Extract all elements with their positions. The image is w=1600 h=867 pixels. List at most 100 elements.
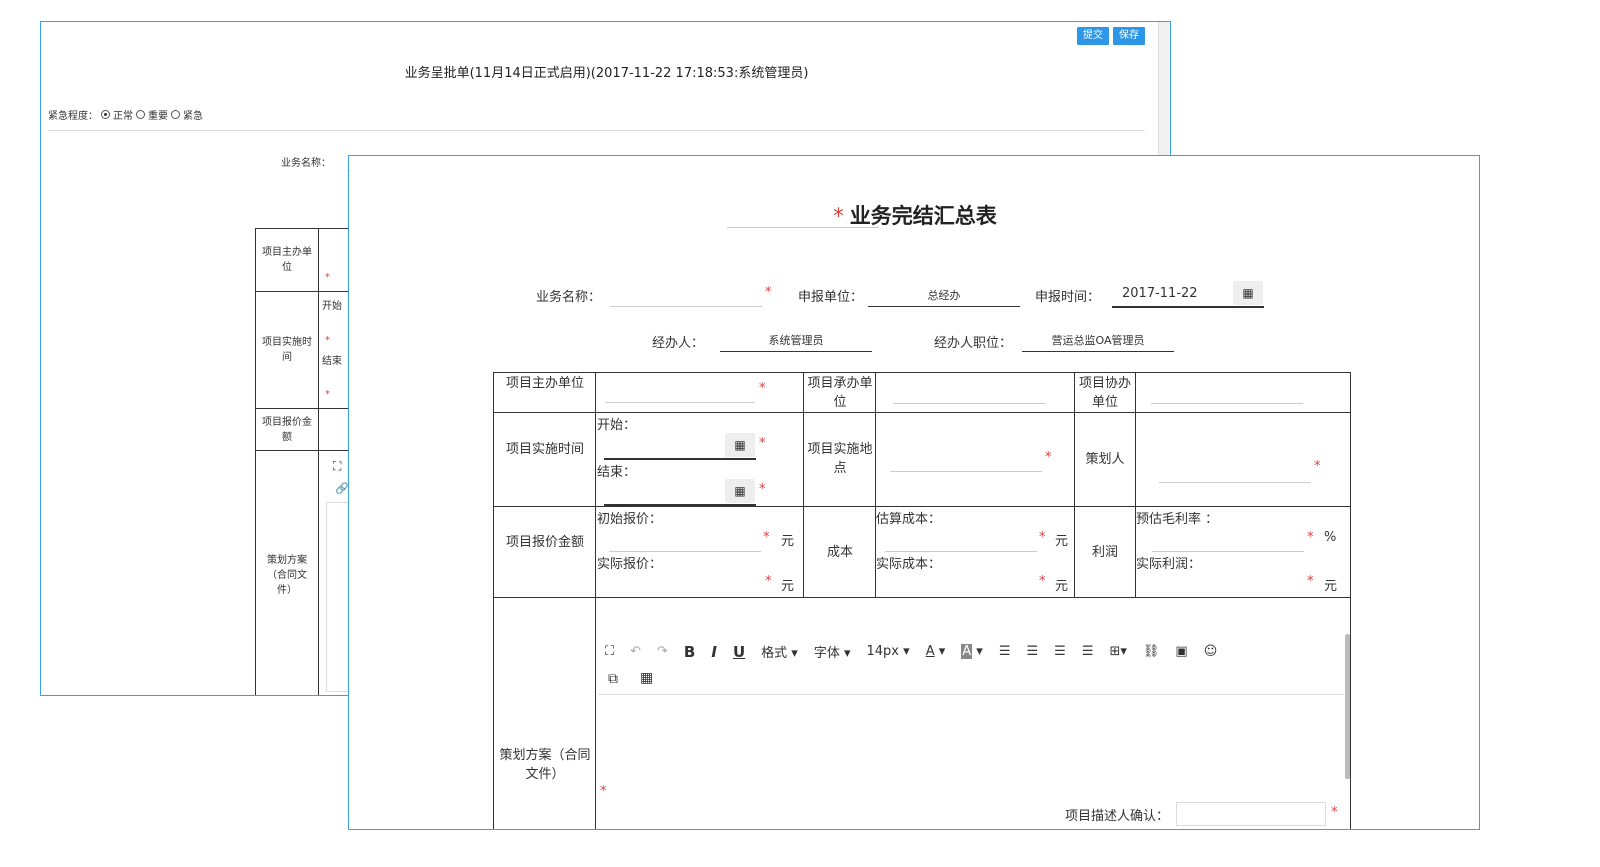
required-mark: * bbox=[765, 574, 772, 589]
unit-yuan: 元 bbox=[1055, 579, 1069, 594]
back-impl-time-cell: 项目实施时间 bbox=[255, 291, 319, 408]
est-margin-label: 预估毛利率 ： bbox=[1136, 512, 1219, 527]
urgency-radio-normal[interactable] bbox=[101, 110, 110, 119]
assist-unit-input[interactable] bbox=[1151, 403, 1303, 404]
initial-quote-label: 初始报价： bbox=[597, 512, 663, 527]
undo-icon[interactable]: ↶ bbox=[630, 644, 641, 659]
start-label: 开始： bbox=[597, 418, 637, 433]
required-mark: * bbox=[1307, 574, 1314, 589]
back-grid-line bbox=[318, 291, 350, 292]
est-margin-input[interactable] bbox=[1152, 551, 1304, 552]
required-mark: * bbox=[1045, 450, 1052, 465]
report-unit-label: 申报单位： bbox=[798, 290, 864, 305]
initial-quote-input[interactable] bbox=[609, 551, 761, 552]
urgency-option-urgent: 紧急 bbox=[183, 111, 203, 122]
cost-label: 成本 bbox=[805, 543, 875, 562]
align-left-icon[interactable]: ☰ bbox=[999, 644, 1011, 659]
grid-line bbox=[493, 506, 1351, 507]
italic-button[interactable]: I bbox=[711, 643, 717, 661]
table-icon[interactable]: ⊞▾ bbox=[1109, 644, 1126, 659]
back-grid-line bbox=[318, 450, 350, 451]
underline-button[interactable]: U bbox=[733, 643, 745, 661]
required-mark: * bbox=[1314, 459, 1321, 474]
actual-cost-label: 实际成本： bbox=[876, 557, 942, 572]
business-name-label: 业务名称： bbox=[281, 158, 331, 169]
unit-yuan: 元 bbox=[1324, 579, 1338, 594]
image-icon[interactable]: ▣ bbox=[1175, 644, 1187, 659]
divider bbox=[48, 130, 1145, 131]
bg-color-button[interactable]: A ▾ bbox=[961, 644, 983, 659]
urgency-radio-important[interactable] bbox=[136, 110, 145, 119]
back-quote-cell: 项目报价金额 bbox=[255, 408, 319, 450]
page-title: 业务呈批单(11月14日正式启用)(2017-11-22 17:18:53:系统… bbox=[404, 66, 809, 81]
required-mark: * bbox=[833, 204, 844, 228]
required-mark: * bbox=[325, 335, 330, 346]
paste-icon[interactable]: ⧉ bbox=[608, 671, 618, 687]
urgency-option-normal: 正常 bbox=[113, 111, 133, 122]
handler-position-field[interactable]: 营运总监OA管理员 bbox=[1022, 332, 1174, 352]
main-unit-label: 项目主办单位 bbox=[495, 374, 595, 393]
profit-text: 利润 bbox=[1091, 545, 1118, 560]
font-dropdown[interactable]: 字体 ▾ bbox=[814, 642, 851, 661]
undertake-unit-input[interactable] bbox=[894, 403, 1046, 404]
font-size-dropdown[interactable]: 14px ▾ bbox=[867, 644, 910, 659]
quote-amount-text: 项目报价金额 bbox=[505, 535, 584, 550]
est-cost-input[interactable] bbox=[885, 551, 1037, 552]
main-unit-input[interactable] bbox=[605, 402, 755, 403]
fullscreen-icon[interactable]: ⛶ bbox=[333, 459, 341, 474]
grid-line bbox=[493, 597, 1351, 598]
link-icon[interactable]: 🔗 bbox=[335, 482, 349, 495]
align-center-icon[interactable]: ☰ bbox=[1054, 644, 1066, 659]
format-label: 格式 bbox=[761, 646, 788, 661]
format-dropdown[interactable]: 格式 ▾ bbox=[761, 642, 798, 661]
align-justify-icon[interactable]: ☰ bbox=[1082, 644, 1094, 659]
submit-button[interactable]: 提交 bbox=[1077, 27, 1109, 45]
confirm-input[interactable] bbox=[1176, 802, 1326, 826]
handler-label: 经办人： bbox=[652, 336, 705, 351]
back-grid-line bbox=[318, 228, 350, 229]
calendar-icon[interactable]: ▦ bbox=[725, 479, 755, 503]
assist-unit-label: 项目协办单位 bbox=[1076, 374, 1134, 412]
editor-scrollbar[interactable] bbox=[1345, 634, 1350, 779]
back-plan-label: 策划方案（合同文件） bbox=[267, 554, 307, 596]
plan-editor-body[interactable] bbox=[598, 694, 1343, 778]
emoji-icon[interactable]: ☺ bbox=[1204, 644, 1218, 659]
calendar-icon[interactable]: ▦ bbox=[725, 433, 755, 457]
urgency-group: 紧急程度： 正常 重要 紧急 bbox=[48, 107, 203, 122]
required-mark: * bbox=[765, 285, 772, 300]
required-mark: * bbox=[600, 784, 607, 799]
grid-line bbox=[493, 412, 1351, 413]
required-mark: * bbox=[759, 381, 766, 396]
link-icon[interactable]: ⛓ bbox=[1143, 644, 1160, 659]
planner-label: 策划人 bbox=[1076, 450, 1134, 469]
assist-unit-text: 项目协办单位 bbox=[1078, 376, 1131, 410]
font-color-button[interactable]: A ▾ bbox=[926, 644, 946, 659]
urgency-radio-urgent[interactable] bbox=[171, 110, 180, 119]
plan-label: 策划方案（合同文件） bbox=[499, 746, 591, 784]
grid-line bbox=[1074, 372, 1075, 598]
confirm-label: 项目描述人确认： bbox=[1065, 809, 1170, 824]
required-mark: * bbox=[325, 389, 330, 400]
planner-input[interactable] bbox=[1159, 482, 1311, 483]
fullscreen-icon[interactable]: ⛶ bbox=[605, 644, 614, 659]
bold-button[interactable]: B bbox=[684, 643, 695, 661]
actual-quote-label: 实际报价： bbox=[597, 557, 663, 572]
impl-place-text: 项目实施地点 bbox=[807, 442, 873, 476]
editor-toolbar: ⛶ ↶ ↷ B I U 格式 ▾ 字体 ▾ 14px ▾ A ▾ A ▾ ☰ ☰… bbox=[605, 642, 1233, 662]
grid-icon[interactable]: ▦ bbox=[640, 670, 653, 686]
save-button[interactable]: 保存 bbox=[1113, 27, 1145, 45]
back-grid-line bbox=[318, 408, 350, 409]
calendar-icon[interactable]: ▦ bbox=[1233, 281, 1263, 305]
align-right-icon[interactable]: ☰ bbox=[1027, 644, 1039, 659]
handler-field[interactable]: 系统管理员 bbox=[720, 332, 872, 352]
report-unit-field[interactable]: 总经办 bbox=[868, 287, 1020, 307]
back-start-label: 开始 bbox=[322, 301, 342, 312]
redo-icon[interactable]: ↷ bbox=[657, 644, 668, 659]
handler-position-label: 经办人职位： bbox=[934, 336, 1013, 351]
font-label: 字体 bbox=[813, 646, 840, 661]
quote-amount-label: 项目报价金额 bbox=[495, 533, 595, 552]
business-name-input[interactable] bbox=[610, 306, 762, 307]
required-mark: * bbox=[759, 482, 766, 497]
impl-place-input[interactable] bbox=[890, 471, 1042, 472]
unit-percent: % bbox=[1324, 530, 1337, 545]
